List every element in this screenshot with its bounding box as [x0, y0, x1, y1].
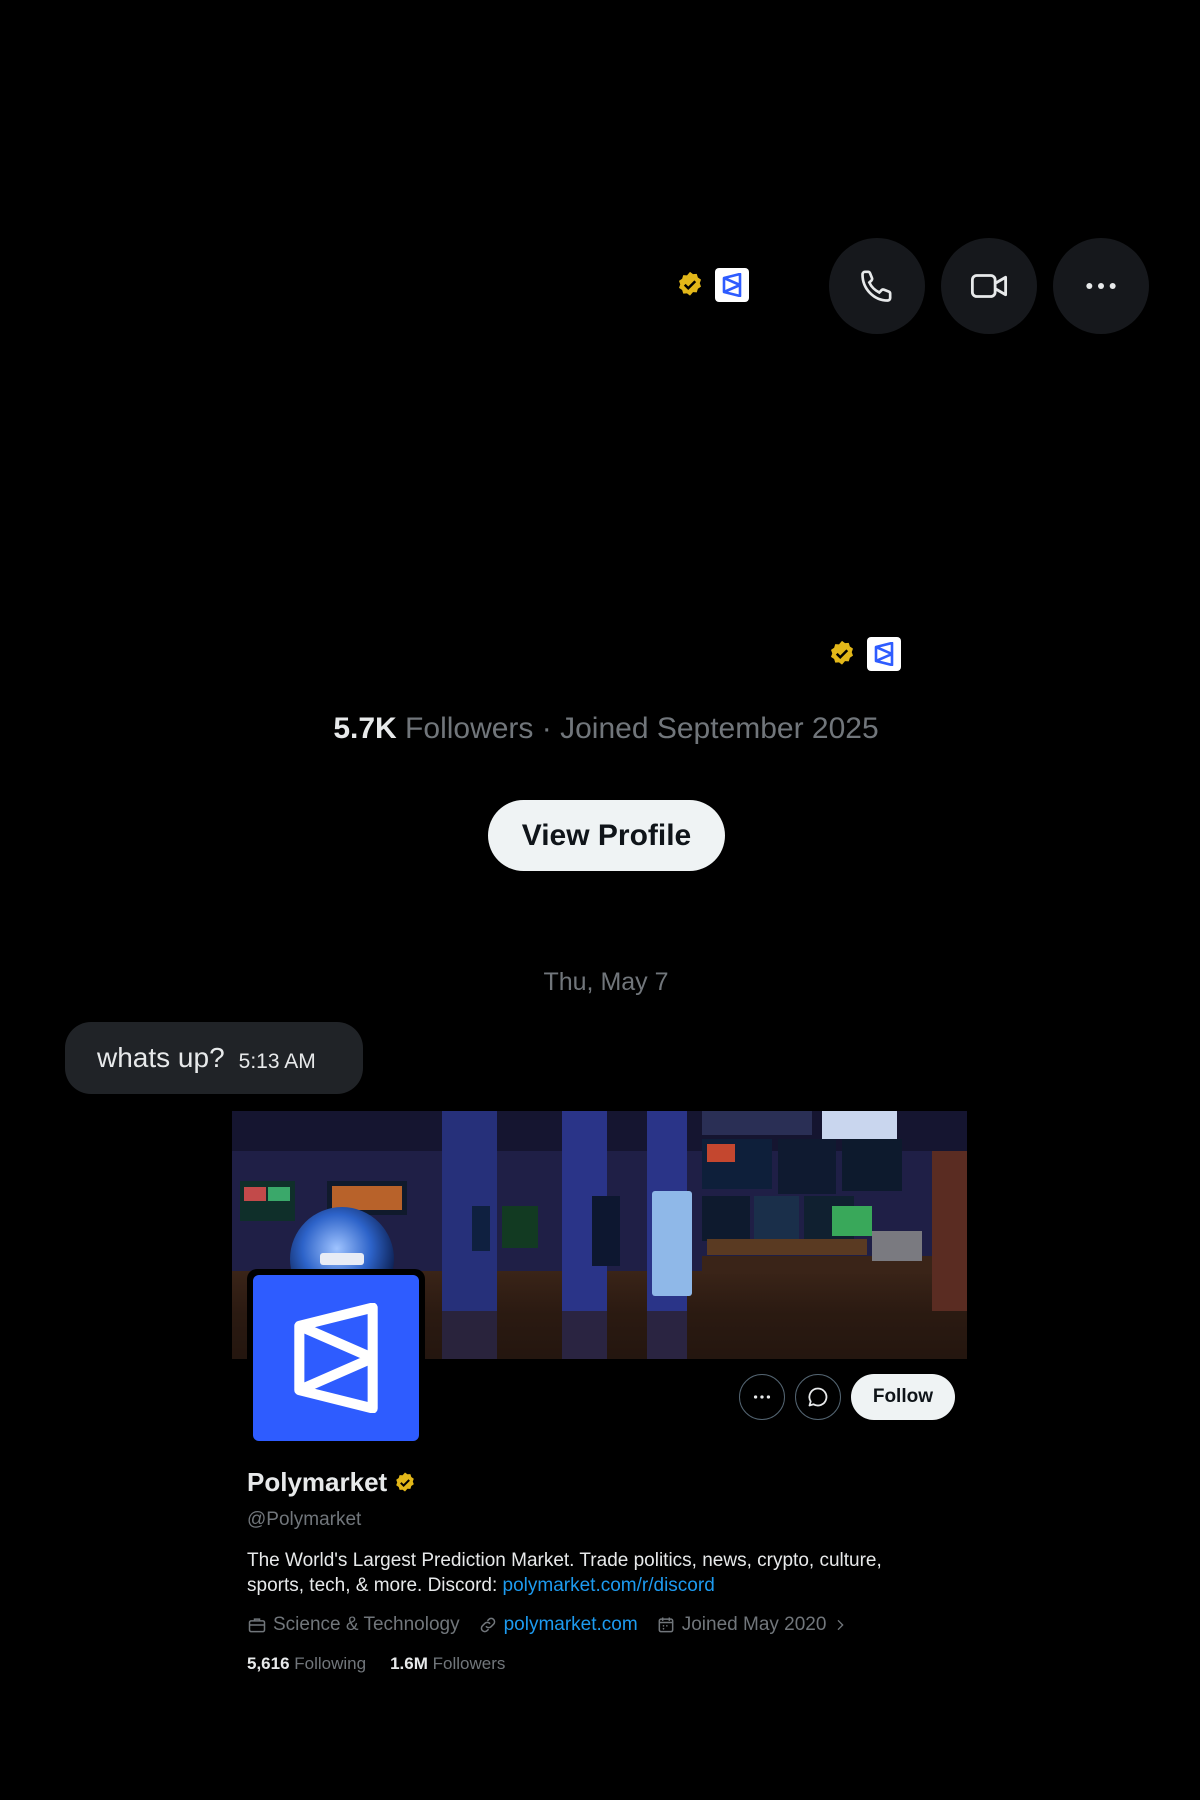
card-more-button[interactable]: [738, 1374, 785, 1420]
following-label: Following: [294, 1654, 367, 1673]
date-separator: Thu, May 7: [543, 968, 669, 996]
more-options-button[interactable]: [1053, 238, 1149, 334]
message-timestamp: 5:13 AM: [238, 1050, 316, 1073]
follow-button[interactable]: Follow: [850, 1374, 955, 1420]
voice-call-button[interactable]: [829, 238, 925, 334]
video-icon: [970, 274, 1008, 298]
header-actions: [829, 238, 1149, 334]
profile-bio: The World's Largest Prediction Market. T…: [247, 1548, 927, 1598]
calendar-icon: [658, 1617, 674, 1633]
following-stat[interactable]: 5,616 Following: [247, 1654, 366, 1674]
message-text: whats up?: [97, 1042, 225, 1073]
profile-category: Science & Technology: [247, 1614, 460, 1636]
briefcase-icon: [248, 1618, 266, 1633]
card-followers-count: 1.6M: [390, 1654, 428, 1673]
verified-badge-icon: [831, 640, 853, 665]
followers-label: Followers: [396, 712, 534, 745]
phone-icon: [861, 270, 892, 302]
bio-discord-link[interactable]: polymarket.com/r/discord: [503, 1575, 715, 1596]
card-actions: Follow: [738, 1374, 955, 1420]
polymarket-affiliate-icon: [715, 268, 749, 302]
link-icon: [480, 1617, 495, 1633]
profile-stats: 5,616 Following 1.6M Followers: [247, 1654, 505, 1674]
summary-badges: [827, 637, 901, 671]
verified-badge-icon: [396, 1472, 414, 1491]
joined-date: Joined September 2025: [560, 712, 879, 745]
card-followers-label: Followers: [432, 1654, 506, 1673]
profile-meta: Science & Technology polymarket.com Join…: [247, 1614, 848, 1636]
video-call-button[interactable]: [941, 238, 1037, 334]
profile-avatar[interactable]: [247, 1269, 425, 1447]
profile-website[interactable]: polymarket.com: [478, 1614, 638, 1636]
chevron-right-icon[interactable]: [832, 1617, 848, 1633]
website-link[interactable]: polymarket.com: [504, 1614, 638, 1636]
polymarket-affiliate-icon: [867, 637, 901, 671]
profile-summary-line: 5.7K Followers · Joined September 2025: [0, 712, 1200, 746]
more-icon: [753, 1395, 770, 1399]
header-badges: [675, 268, 749, 302]
polymarket-logo-icon: [253, 1275, 419, 1441]
followers-count: 5.7K: [333, 712, 397, 745]
chat-bubble-icon: [808, 1387, 828, 1407]
message-bubble[interactable]: whats up? 5:13 AM: [65, 1022, 363, 1094]
verified-badge-icon: [679, 271, 701, 296]
dm-conversation-page: 5.7K Followers · Joined September 2025 V…: [0, 0, 1200, 1800]
category-label: Science & Technology: [273, 1614, 460, 1635]
more-icon: [1086, 283, 1116, 289]
followers-stat[interactable]: 1.6M Followers: [390, 1654, 505, 1674]
separator: ·: [533, 712, 561, 745]
following-count: 5,616: [247, 1654, 290, 1673]
joined-label: Joined May 2020: [681, 1614, 827, 1635]
profile-card[interactable]: Follow Polymarket @Polymarket The World'…: [232, 1111, 967, 1674]
profile-name-row: Polymarket: [247, 1467, 417, 1498]
view-profile-button[interactable]: View Profile: [488, 800, 725, 871]
profile-joined: Joined May 2020: [656, 1614, 849, 1636]
profile-handle: @Polymarket: [247, 1509, 362, 1530]
card-message-button[interactable]: [794, 1374, 841, 1420]
profile-name: Polymarket: [247, 1467, 388, 1497]
